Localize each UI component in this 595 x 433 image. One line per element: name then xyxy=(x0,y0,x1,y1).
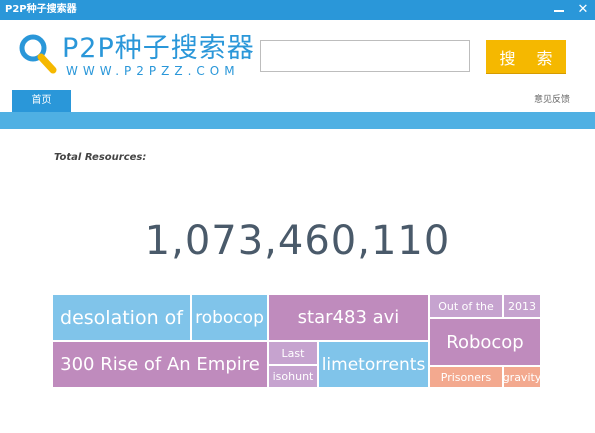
header: P2P种子搜索器 WWW.P2PZZ.COM 搜 索 xyxy=(0,20,595,90)
tab-home[interactable]: 首页 xyxy=(12,90,71,112)
tag-tile[interactable]: Last xyxy=(269,342,319,366)
window-title: P2P种子搜索器 xyxy=(5,4,77,15)
close-button[interactable]: ✕ xyxy=(571,0,595,20)
feedback-link[interactable]: 意见反馈 xyxy=(534,94,570,106)
search-input[interactable] xyxy=(260,40,470,72)
nav-bar xyxy=(0,90,595,112)
tag-tile[interactable]: gravity xyxy=(504,367,542,389)
tag-tile[interactable]: 300 Rise of An Empire xyxy=(53,342,269,389)
tag-tile[interactable]: limetorrents xyxy=(319,342,430,389)
tag-tile[interactable]: star483 avi xyxy=(269,295,430,342)
logo-url: WWW.P2PZZ.COM xyxy=(66,64,240,78)
tag-tile[interactable]: 2013 xyxy=(504,295,542,319)
magnifier-logo-icon xyxy=(19,34,57,74)
tag-tile[interactable]: desolation of xyxy=(53,295,192,342)
logo-title: P2P种子搜索器 xyxy=(62,33,255,64)
minimize-button[interactable] xyxy=(547,0,571,20)
search-button[interactable]: 搜 索 xyxy=(486,40,566,73)
total-resources-value: 1,073,460,110 xyxy=(144,218,451,264)
tag-tile[interactable]: robocop xyxy=(192,295,269,342)
window-titlebar: P2P种子搜索器 ✕ xyxy=(0,0,595,20)
tag-tile[interactable]: Prisoners xyxy=(430,367,504,389)
tag-tile[interactable]: isohunt xyxy=(269,366,319,389)
total-resources-label: Total Resources: xyxy=(54,152,147,163)
tag-tile[interactable]: Out of the xyxy=(430,295,504,319)
nav-underline-bar xyxy=(0,112,595,129)
tag-tile[interactable]: Robocop xyxy=(430,319,542,367)
